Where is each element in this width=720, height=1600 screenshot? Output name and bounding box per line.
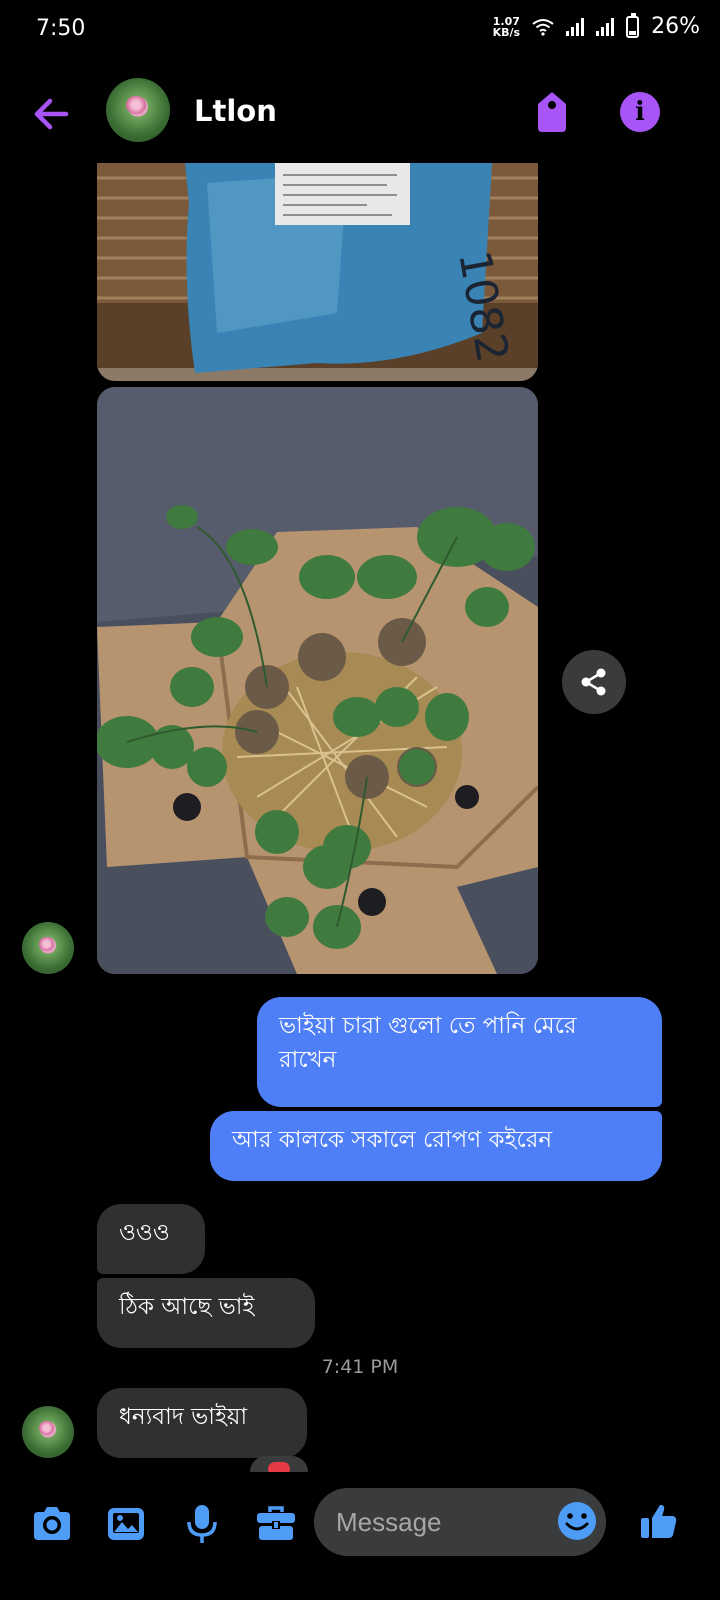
arrow-left-icon bbox=[34, 98, 69, 130]
conversation-title[interactable]: Ltlon bbox=[194, 94, 277, 128]
package-image: 1082 bbox=[97, 163, 538, 381]
network-speed-unit: KB/s bbox=[492, 25, 521, 39]
info-button[interactable]: i bbox=[620, 92, 660, 132]
sender-avatar[interactable] bbox=[22, 1406, 74, 1458]
tag-button[interactable] bbox=[532, 90, 572, 134]
network-speed: 1.07 KB/s bbox=[493, 16, 520, 38]
message-text: ঠিক আছে ভাই bbox=[119, 1294, 255, 1320]
message-timestamp: 7:41 PM bbox=[321, 1356, 399, 1378]
message-bubble-out[interactable]: ভাইয়া চারা গুলো তে পানি মেরে রাখেন bbox=[257, 997, 662, 1107]
message-bubble-out[interactable]: আর কালকে সকালে রোপণ কইরেন bbox=[210, 1111, 662, 1181]
contact-avatar[interactable] bbox=[106, 78, 170, 142]
share-icon bbox=[581, 668, 606, 696]
share-button[interactable] bbox=[562, 650, 626, 714]
status-time: 7:50 bbox=[36, 16, 86, 41]
message-bubble-in[interactable]: ধন্যবাদ ভাইয়া bbox=[97, 1388, 307, 1458]
sender-avatar[interactable] bbox=[22, 922, 74, 974]
tag-icon bbox=[538, 92, 566, 132]
seedlings-image bbox=[97, 387, 538, 974]
toolbox-button[interactable] bbox=[254, 1502, 298, 1546]
status-icons: 1.07 KB/s 26% bbox=[493, 12, 700, 39]
status-bar: 7:50 1.07 KB/s 26% bbox=[0, 0, 720, 64]
message-text: ধন্যবাদ ভাইয়া bbox=[119, 1404, 248, 1430]
emoji-button[interactable] bbox=[556, 1500, 598, 1542]
message-text: ভাইয়া চারা গুলো তে পানি মেরে রাখেন bbox=[279, 1013, 577, 1073]
message-bubble-in[interactable]: ঠিক আছে ভাই bbox=[97, 1278, 315, 1348]
message-bubble-in[interactable]: ওওও bbox=[97, 1204, 205, 1274]
gallery-button[interactable] bbox=[104, 1502, 148, 1546]
info-icon: i bbox=[635, 97, 645, 127]
thumbs-up-icon bbox=[641, 1504, 677, 1538]
signal-icon-2 bbox=[596, 17, 615, 36]
microphone-button[interactable] bbox=[180, 1502, 224, 1546]
wifi-icon bbox=[532, 18, 554, 36]
message-text: আর কালকে সকালে রোপণ কইরেন bbox=[232, 1127, 553, 1153]
network-speed-value: 1.07 bbox=[492, 14, 520, 28]
toolbox-icon bbox=[257, 1506, 295, 1540]
battery-level: 26% bbox=[651, 14, 700, 39]
microphone-icon bbox=[187, 1505, 217, 1543]
back-button[interactable] bbox=[28, 92, 80, 136]
heart-reaction-icon[interactable] bbox=[250, 1456, 308, 1472]
emoji-icon bbox=[558, 1502, 596, 1540]
package-photo[interactable]: 1082 bbox=[97, 163, 538, 381]
camera-button[interactable] bbox=[30, 1502, 74, 1546]
message-text: ওওও bbox=[119, 1220, 170, 1246]
gallery-icon bbox=[108, 1508, 144, 1540]
seedlings-photo[interactable] bbox=[97, 387, 538, 974]
camera-icon bbox=[34, 1507, 70, 1540]
battery-icon bbox=[626, 12, 640, 38]
signal-icon bbox=[566, 17, 585, 36]
like-button[interactable] bbox=[638, 1500, 680, 1542]
